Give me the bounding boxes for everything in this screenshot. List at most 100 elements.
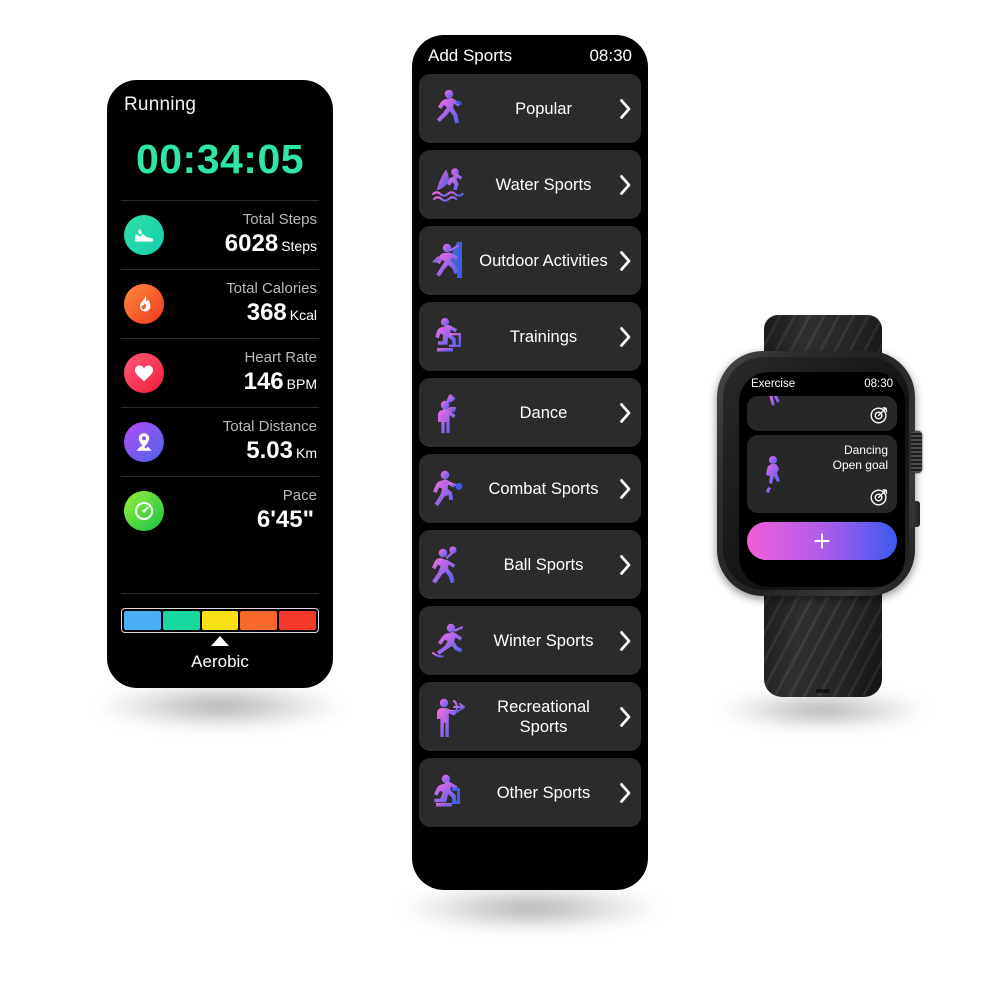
zone-segment (201, 611, 239, 630)
sport-category-label: Dance (519, 403, 568, 422)
chevron-right-icon[interactable] (617, 630, 633, 652)
watch-side-button[interactable] (912, 501, 920, 527)
stat-unit: Kcal (289, 306, 317, 323)
zone-segment (279, 611, 316, 630)
shoe-icon (124, 215, 164, 255)
stat-unit: Km (296, 444, 317, 461)
exercise-card-dancing[interactable]: Dancing Open goal (747, 435, 897, 513)
archer-icon (428, 695, 470, 739)
stat-text: Pace 6'45" (257, 487, 319, 536)
zone-marker-caret (211, 636, 229, 646)
sport-category-item[interactable]: Outdoor Activities (419, 226, 641, 295)
target-goal-icon[interactable] (868, 486, 890, 508)
add-sports-panel: Add Sports 08:30 Popular Water Sports Ou… (412, 35, 648, 890)
chevron-right-icon[interactable] (617, 402, 633, 424)
stat-label: Pace (282, 486, 317, 504)
zone-marker-row (121, 633, 319, 646)
volleyball-icon (428, 543, 470, 587)
sport-category-label: Other Sports (496, 783, 591, 802)
stat-value: 5.03 (246, 436, 293, 464)
dancer-flag-icon (428, 391, 470, 435)
dancer-icon (757, 454, 789, 494)
stat-label: Total Steps (242, 210, 317, 228)
chevron-right-icon[interactable] (617, 98, 633, 120)
stat-row: Heart Rate 146 BPM (121, 338, 319, 407)
stat-row: Total Distance 5.03 Km (121, 407, 319, 476)
sports-panel-shadow (400, 884, 662, 932)
exercise-card-partial[interactable] (747, 396, 897, 431)
stat-label: Total Calories (226, 279, 317, 297)
zone-segment (124, 611, 161, 630)
stat-text: Total Distance 5.03 Km (223, 418, 319, 467)
stat-value: 6028 (224, 229, 279, 257)
chevron-right-icon[interactable] (617, 326, 633, 348)
watch-header: Exercise 08:30 (739, 378, 905, 390)
plus-icon (812, 531, 832, 551)
stat-text: Total Calories 368 Kcal (226, 280, 319, 329)
stat-list: Total Steps 6028 Steps Total Calories 368 (121, 200, 319, 545)
watch-body: Exercise 08:30 Dancing Open goal (717, 351, 922, 596)
stat-label: Total Distance (222, 417, 317, 435)
running-panel-shadow (95, 682, 345, 730)
sports-title: Add Sports (428, 46, 513, 65)
sport-category-item[interactable]: Other Sports (419, 758, 641, 827)
sport-category-item[interactable]: Winter Sports (419, 606, 641, 675)
card-title: Dancing (843, 443, 888, 457)
sport-category-label: Popular (515, 99, 572, 118)
stat-text: Heart Rate 146 BPM (244, 349, 319, 398)
stat-value-line: 6028 Steps (224, 229, 317, 260)
sport-category-label: Water Sports (495, 175, 592, 194)
card-subtitle: Open goal (832, 458, 888, 472)
target-goal-icon[interactable] (868, 404, 890, 426)
sport-category-item[interactable]: Ball Sports (419, 530, 641, 599)
exercise-bike-icon (428, 771, 470, 815)
sport-category-item[interactable]: Dance (419, 378, 641, 447)
stat-row: Pace 6'45" (121, 476, 319, 545)
flame-icon (124, 284, 164, 324)
stat-unit: Steps (281, 237, 317, 254)
stat-value-line: 146 BPM (243, 367, 317, 398)
stat-value-line: 5.03 Km (223, 436, 317, 467)
zone-segment (240, 611, 278, 630)
stat-value: 6'45" (256, 505, 314, 533)
smartwatch-device: Exercise 08:30 Dancing Open goal (703, 303, 943, 703)
watch-crown-button[interactable] (911, 431, 922, 473)
stat-value: 146 (243, 367, 284, 395)
stat-unit: BPM (286, 375, 317, 392)
chevron-right-icon[interactable] (617, 782, 633, 804)
sport-category-item[interactable]: Combat Sports (419, 454, 641, 523)
speedometer-icon (124, 491, 164, 531)
windsurf-icon (428, 163, 470, 207)
zone-name-label: Aerobic (191, 652, 249, 671)
add-exercise-button[interactable] (747, 522, 897, 560)
watch-screen: Exercise 08:30 Dancing Open goal (739, 372, 905, 587)
sports-header: Add Sports 08:30 (412, 46, 648, 66)
stat-value-line: 6'45" (256, 505, 317, 536)
sport-category-label: Ball Sports (503, 555, 584, 574)
runner-icon (428, 87, 470, 131)
climber-icon (428, 239, 470, 283)
chevron-right-icon[interactable] (617, 174, 633, 196)
sport-category-label: Outdoor Activities (479, 251, 608, 270)
chevron-right-icon[interactable] (617, 250, 633, 272)
sport-category-item[interactable]: Water Sports (419, 150, 641, 219)
stat-value-line: 368 Kcal (226, 298, 317, 329)
screenshot-stage: Running 00:34:05 Total Steps 6028Steps (0, 0, 1000, 1000)
chevron-right-icon[interactable] (617, 478, 633, 500)
watch-title: Exercise (751, 378, 796, 390)
skater-icon (428, 619, 470, 663)
chevron-right-icon[interactable] (617, 706, 633, 728)
chevron-right-icon[interactable] (617, 554, 633, 576)
sport-category-item[interactable]: Trainings (419, 302, 641, 371)
heart-rate-zone-bar (121, 608, 319, 633)
sport-category-label: Recreational Sports (497, 697, 590, 736)
stat-row: Total Calories 368 Kcal (121, 269, 319, 338)
divider (121, 593, 319, 594)
heart-icon (124, 353, 164, 393)
sport-category-item[interactable]: Recreational Sports (419, 682, 641, 751)
heart-rate-zone-section: Aerobic (121, 593, 319, 672)
stat-value: 368 (246, 298, 287, 326)
sport-category-item[interactable]: Popular (419, 74, 641, 143)
stat-label: Heart Rate (244, 348, 317, 366)
watch-bezel: Exercise 08:30 Dancing Open goal (723, 357, 909, 590)
